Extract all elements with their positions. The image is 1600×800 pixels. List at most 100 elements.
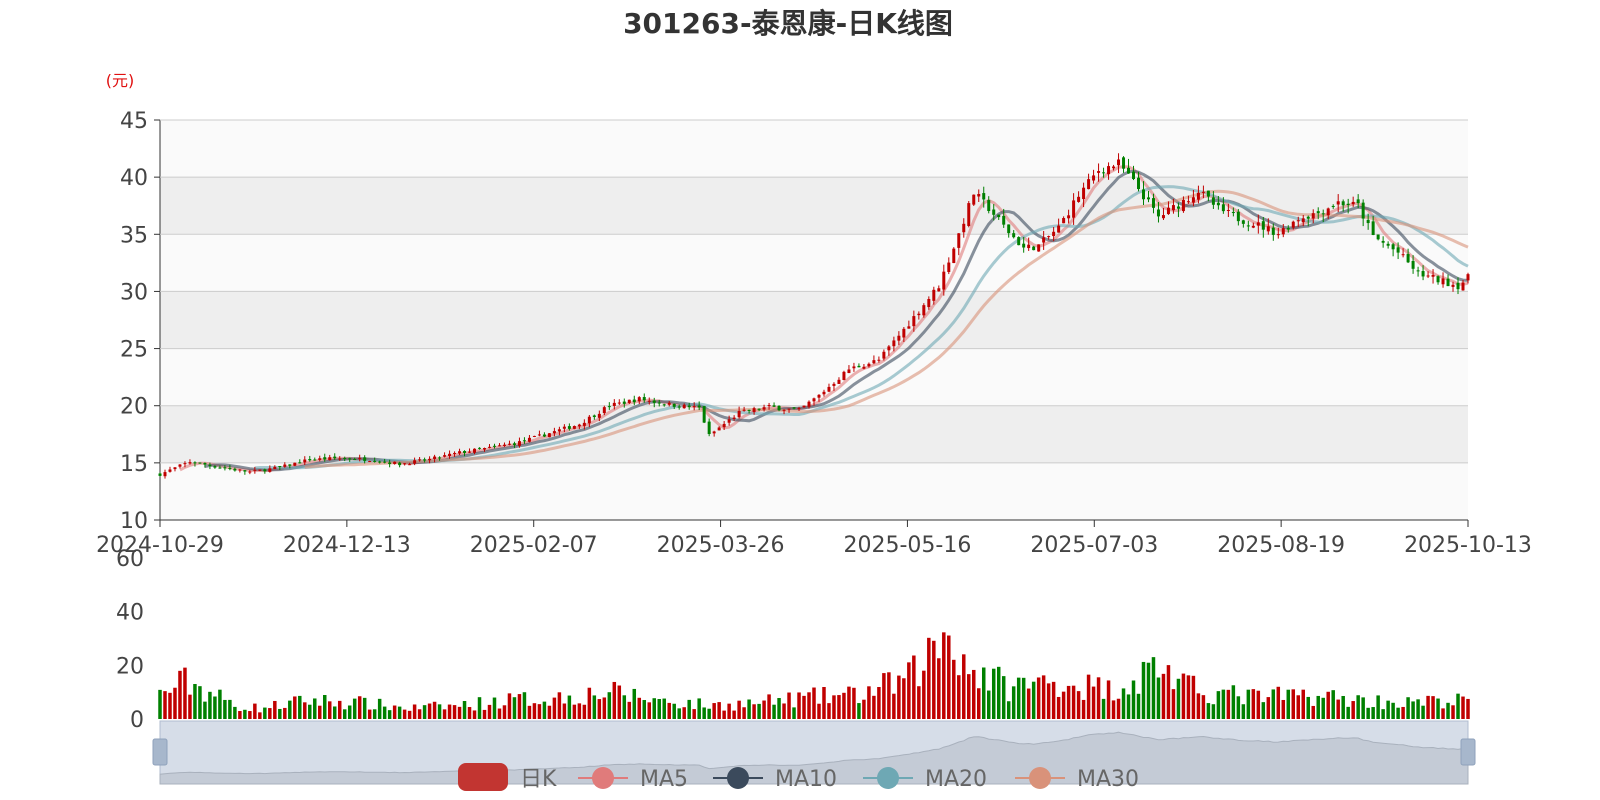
candle-body bbox=[1396, 247, 1400, 253]
volume-bar bbox=[642, 700, 647, 719]
candle-body bbox=[423, 459, 427, 461]
legend-item-ma10[interactable]: MA10 bbox=[713, 767, 837, 792]
candle-body bbox=[697, 405, 701, 408]
volume-bar bbox=[337, 700, 342, 719]
candle-body bbox=[368, 461, 372, 463]
candle-body bbox=[243, 470, 247, 472]
volume-bar bbox=[632, 688, 637, 719]
candle-body bbox=[483, 448, 487, 450]
candle-body bbox=[1032, 246, 1036, 251]
candle-body bbox=[712, 431, 716, 434]
volume-bar bbox=[907, 662, 911, 719]
volume-bar bbox=[532, 703, 537, 719]
volume-bar bbox=[1226, 689, 1231, 719]
candle-body bbox=[448, 453, 452, 457]
candle-body bbox=[777, 405, 781, 411]
volume-bar bbox=[1046, 683, 1051, 719]
zoom-handle-left[interactable] bbox=[152, 738, 168, 766]
candle-body bbox=[582, 422, 586, 426]
volume-bar bbox=[1156, 677, 1161, 719]
volume-bar bbox=[847, 686, 851, 719]
candle-body bbox=[1351, 201, 1355, 205]
candle-body bbox=[1112, 166, 1116, 169]
date-tick-label: 2025-03-26 bbox=[657, 533, 785, 558]
candle-body bbox=[1321, 213, 1325, 215]
candle-body bbox=[1361, 202, 1365, 219]
legend-item-ma20[interactable]: MA20 bbox=[863, 767, 987, 792]
date-tick-label: 2025-10-13 bbox=[1404, 533, 1532, 558]
candle-body bbox=[672, 403, 676, 407]
volume-bar bbox=[1281, 699, 1286, 719]
volume-bar bbox=[1321, 697, 1325, 719]
volume-bar bbox=[502, 705, 507, 719]
candle-body bbox=[373, 460, 377, 462]
candle-body bbox=[323, 457, 327, 460]
volume-bar bbox=[228, 699, 232, 719]
candle-body bbox=[532, 435, 536, 437]
candle-body bbox=[1067, 215, 1071, 219]
candle-body bbox=[927, 299, 931, 308]
volume-bar bbox=[867, 686, 871, 719]
candle-body bbox=[163, 472, 167, 477]
candle-body bbox=[1117, 159, 1121, 166]
volume-bar bbox=[313, 698, 317, 719]
candle-body bbox=[198, 462, 202, 464]
candle-body bbox=[318, 458, 322, 460]
volume-bar bbox=[318, 705, 322, 719]
volume-bar bbox=[897, 675, 901, 719]
volume-bar bbox=[497, 708, 502, 719]
volume-bar bbox=[283, 707, 287, 719]
candle-body bbox=[268, 468, 272, 472]
legend-item-ma30[interactable]: MA30 bbox=[1015, 767, 1139, 792]
volume-bar bbox=[1356, 695, 1360, 719]
candle-body bbox=[1201, 191, 1205, 193]
candle-body bbox=[478, 447, 482, 449]
volume-bar bbox=[183, 667, 187, 719]
volume-bar bbox=[392, 705, 397, 719]
volume-bar bbox=[367, 709, 372, 719]
volume-bar bbox=[842, 692, 846, 719]
volume-bar bbox=[1086, 674, 1091, 719]
candle-body bbox=[762, 407, 766, 410]
volume-bar bbox=[1366, 707, 1370, 719]
candle-body bbox=[1216, 202, 1220, 206]
volume-bar bbox=[1256, 690, 1261, 719]
candle-body bbox=[278, 466, 282, 468]
volume-bar bbox=[288, 700, 292, 719]
volume-bar bbox=[1136, 693, 1141, 719]
volume-bar bbox=[173, 687, 177, 719]
volume-bar bbox=[1331, 690, 1335, 719]
candle-body bbox=[313, 459, 317, 461]
volume-bar bbox=[1121, 688, 1126, 719]
candle-body bbox=[867, 363, 871, 367]
candle-body bbox=[587, 416, 591, 424]
volume-bar bbox=[1271, 689, 1276, 719]
candle-body bbox=[1151, 198, 1155, 208]
volume-bar bbox=[1006, 701, 1011, 719]
candle-body bbox=[1406, 254, 1410, 263]
volume-bar bbox=[542, 701, 547, 719]
candle-body bbox=[1137, 177, 1141, 190]
volume-bar bbox=[797, 692, 801, 719]
volume-bar bbox=[238, 711, 242, 719]
volume-bar bbox=[452, 705, 457, 719]
candle-body bbox=[1047, 236, 1051, 238]
candle-body bbox=[592, 415, 596, 418]
candle-body bbox=[208, 464, 212, 466]
candle-body bbox=[1077, 196, 1081, 202]
candle-body bbox=[1446, 278, 1450, 287]
price-tick-label: 35 bbox=[120, 223, 148, 248]
candle-body bbox=[877, 359, 881, 361]
volume-bar bbox=[857, 703, 861, 719]
volume-bar bbox=[767, 694, 771, 719]
candle-body bbox=[188, 462, 192, 464]
zoom-handle-right[interactable] bbox=[1460, 738, 1476, 766]
volume-bar bbox=[258, 712, 262, 719]
date-tick-label: 2025-05-16 bbox=[843, 533, 971, 558]
candle-body bbox=[842, 371, 846, 381]
volume-bar bbox=[1266, 697, 1271, 719]
volume-bar bbox=[412, 704, 417, 719]
candle-body bbox=[203, 462, 207, 465]
volume-bar bbox=[208, 691, 212, 719]
volume-bar bbox=[1151, 657, 1156, 719]
